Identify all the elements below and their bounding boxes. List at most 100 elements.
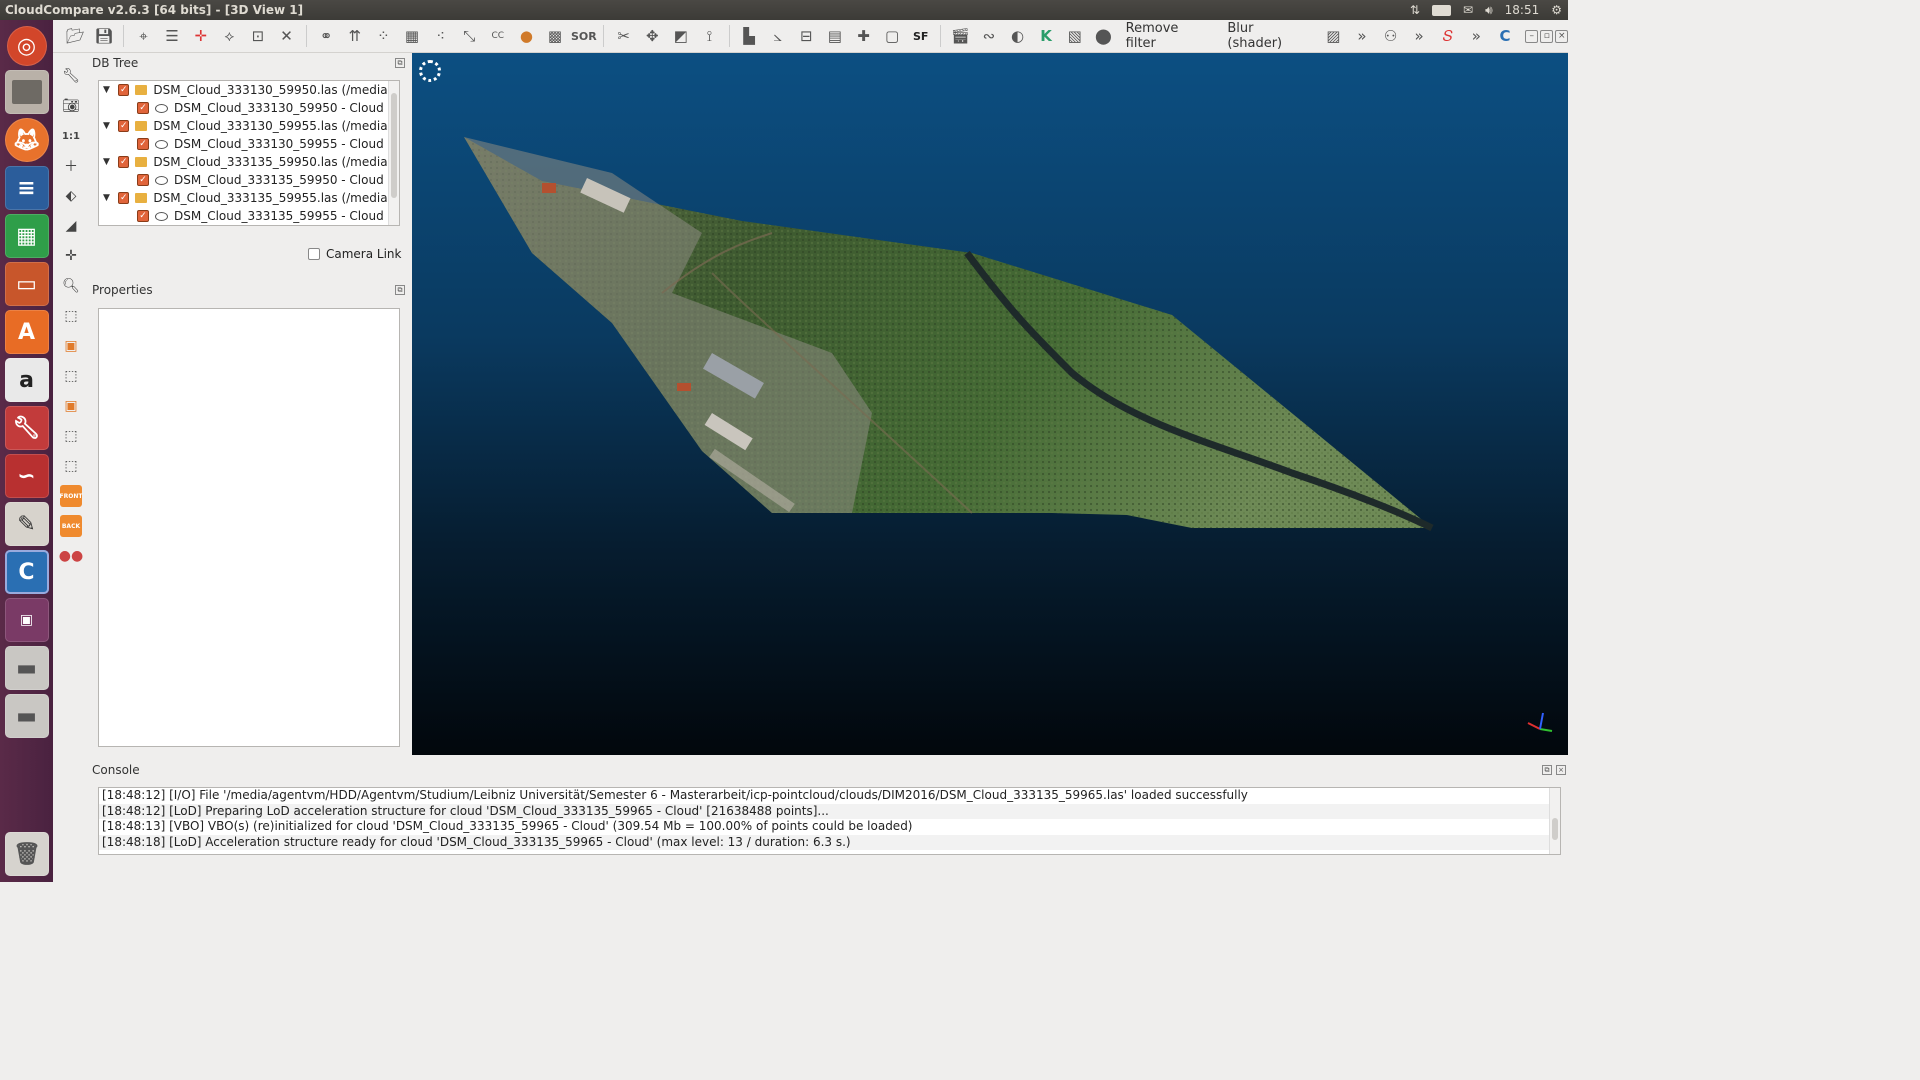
network-icon[interactable]: ⇅	[1410, 3, 1420, 17]
point-list-icon[interactable]: ☰	[160, 24, 185, 49]
point-picking-area-icon[interactable]: ⊡	[246, 24, 271, 49]
delete-icon[interactable]: ✕	[274, 24, 299, 49]
add-sf-icon[interactable]: ✚	[851, 24, 876, 49]
db-tree-file-item[interactable]: ▼ ✓ DSM_Cloud_333130_59955.las (/media...	[99, 117, 399, 135]
animation-icon[interactable]: 🎬︎	[948, 24, 973, 49]
libreoffice-calc-icon[interactable]: ▦	[4, 214, 49, 258]
visibility-checkbox[interactable]: ✓	[118, 84, 130, 96]
toolbar-overflow-button[interactable]: »	[1464, 24, 1489, 49]
noise-icon[interactable]: ⁖	[428, 24, 453, 49]
back-view-button[interactable]: BACK	[60, 515, 82, 537]
segment-icon[interactable]: ✂	[611, 24, 636, 49]
undock-icon[interactable]: ⧉	[395, 58, 405, 68]
close-icon[interactable]: ×	[1556, 765, 1566, 775]
files-icon[interactable]	[4, 70, 49, 114]
hidden-point-removal-icon[interactable]: ◐	[1005, 24, 1030, 49]
3d-view[interactable]	[412, 53, 1568, 755]
view-bottom-icon[interactable]: ⬚	[60, 425, 82, 447]
scrollbar-thumb[interactable]	[1552, 818, 1558, 840]
scalar-gradient-icon[interactable]: ⤡	[457, 24, 482, 49]
volume-icon[interactable]: 🔊︎	[1485, 3, 1493, 18]
trace-polyline-icon[interactable]: ⟡	[217, 24, 242, 49]
db-tree[interactable]: ▼ ✓ DSM_Cloud_333130_59950.las (/media... ✓…	[98, 80, 400, 226]
text-editor-icon[interactable]: ✎	[4, 502, 49, 546]
db-tree-cloud-item[interactable]: ✓ DSM_Cloud_333135_59955 - Cloud	[99, 207, 399, 225]
amazon-icon[interactable]: a	[4, 358, 49, 402]
visibility-checkbox[interactable]: ✓	[118, 120, 130, 132]
sample-points-icon[interactable]: ⚭	[314, 24, 339, 49]
settings-gear-icon[interactable]: ⚙	[1551, 3, 1562, 17]
visibility-checkbox[interactable]: ✓	[118, 156, 130, 168]
pdf-viewer-icon[interactable]: ∽	[4, 454, 49, 498]
pan-mode-icon[interactable]: ✛	[60, 245, 82, 267]
plane-icon[interactable]: ◩	[669, 24, 694, 49]
workspace-switcher-icon[interactable]: ▣	[4, 598, 49, 642]
zoom-1-to-1-button[interactable]: 1:1	[60, 125, 82, 147]
minimize-icon[interactable]: –	[1525, 29, 1539, 43]
checkerboard-icon[interactable]: ▩	[543, 24, 568, 49]
sor-filter-icon[interactable]: SOR	[571, 24, 597, 49]
expand-arrow-icon[interactable]: ▼	[103, 85, 112, 95]
visibility-checkbox[interactable]: ✓	[137, 210, 149, 222]
console-panel[interactable]: [18:48:12] [I/O] File '/media/agentvm/HD…	[98, 787, 1561, 855]
graph-icon[interactable]: ⦣	[765, 24, 790, 49]
point-picking-icon[interactable]: ⌖	[131, 24, 156, 49]
stereo-icon[interactable]: ●●	[59, 545, 83, 567]
view-front-cube-icon[interactable]: ▣	[60, 335, 82, 357]
camera-link-checkbox[interactable]	[308, 248, 320, 260]
camera-link-toggle[interactable]: Camera Link	[308, 247, 401, 261]
keyboard-layout-indicator[interactable]: De	[1431, 4, 1452, 16]
drive-icon[interactable]: ▬	[4, 694, 49, 738]
software-center-icon[interactable]: A	[4, 310, 49, 354]
toolbar-overflow-button[interactable]: »	[1407, 24, 1432, 49]
visibility-checkbox[interactable]: ✓	[118, 192, 130, 204]
pivot-plus-icon[interactable]: ＋	[60, 155, 82, 177]
wrench-icon[interactable]: 🔧︎	[60, 65, 82, 87]
calculator-icon[interactable]: ▢	[880, 24, 905, 49]
db-tree-file-item[interactable]: ▼ ✓ DSM_Cloud_333135_59955.las (/media...	[99, 189, 399, 207]
db-tree-file-item[interactable]: ▼ ✓ DSM_Cloud_333135_59950.las (/media...	[99, 153, 399, 171]
open-icon[interactable]: 📂︎	[63, 24, 88, 49]
view-back-icon[interactable]: ⬚	[60, 455, 82, 477]
ubuntu-dash-icon[interactable]: ◎	[6, 26, 47, 66]
canupo-icon[interactable]: ▧	[1062, 24, 1087, 49]
cloudcompare-icon[interactable]: C	[4, 550, 49, 594]
zoom-icon[interactable]: 🔍︎	[60, 275, 82, 297]
system-settings-icon[interactable]: 🔧︎	[4, 406, 49, 450]
properties-panel[interactable]	[98, 308, 400, 747]
sphere-icon[interactable]: ⬤	[1091, 24, 1116, 49]
visibility-checkbox[interactable]: ✓	[137, 102, 149, 114]
scalar-field-icon[interactable]: SF	[908, 24, 933, 49]
remove-filter-button[interactable]: Remove filter	[1120, 21, 1218, 51]
visibility-checkbox[interactable]: ✓	[137, 138, 149, 150]
restore-icon[interactable]: ▫	[1540, 29, 1554, 43]
expand-arrow-icon[interactable]: ▼	[103, 193, 112, 203]
orange-tool-icon[interactable]: ●	[514, 24, 539, 49]
db-tree-cloud-item[interactable]: ✓ DSM_Cloud_333130_59955 - Cloud	[99, 135, 399, 153]
db-tree-cloud-item[interactable]: ✓ DSM_Cloud_333135_59950 - Cloud	[99, 171, 399, 189]
subsample-icon[interactable]: ⁘	[371, 24, 396, 49]
connected-components-icon[interactable]: CC	[486, 24, 511, 49]
close-icon[interactable]: ×	[1555, 29, 1569, 43]
firefox-icon[interactable]: 🦊︎	[4, 118, 49, 162]
undock-icon[interactable]: ⧉	[395, 285, 405, 295]
libreoffice-impress-icon[interactable]: ▭	[4, 262, 49, 306]
expand-arrow-icon[interactable]: ▼	[103, 157, 112, 167]
drive-icon[interactable]: ▬	[4, 646, 49, 690]
normals-icon[interactable]: ⇈	[342, 24, 367, 49]
translate-rotate-icon[interactable]: ✥	[640, 24, 665, 49]
db-tree-cloud-item[interactable]: ✓ DSM_Cloud_333130_59950 - Cloud	[99, 99, 399, 117]
db-tree-file-item[interactable]: ▼ ✓ DSM_Cloud_333130_59950.las (/media...	[99, 81, 399, 99]
camera-icon[interactable]: 📷︎	[60, 95, 82, 117]
mesh-icon[interactable]: ▦	[400, 24, 425, 49]
histogram-icon[interactable]: ▙	[737, 24, 762, 49]
libreoffice-writer-icon[interactable]: ≡	[4, 166, 49, 210]
kinect-icon[interactable]: K	[1034, 24, 1059, 49]
front-view-button[interactable]: FRONT	[60, 485, 82, 507]
view-right-icon[interactable]: ▣	[60, 395, 82, 417]
shader-icon[interactable]: ▨	[1321, 24, 1346, 49]
save-icon[interactable]: 💾︎	[92, 24, 117, 49]
clock[interactable]: 18:51	[1505, 3, 1540, 17]
view-left-icon[interactable]: ⬚	[60, 365, 82, 387]
mail-icon[interactable]: ✉	[1463, 3, 1473, 17]
